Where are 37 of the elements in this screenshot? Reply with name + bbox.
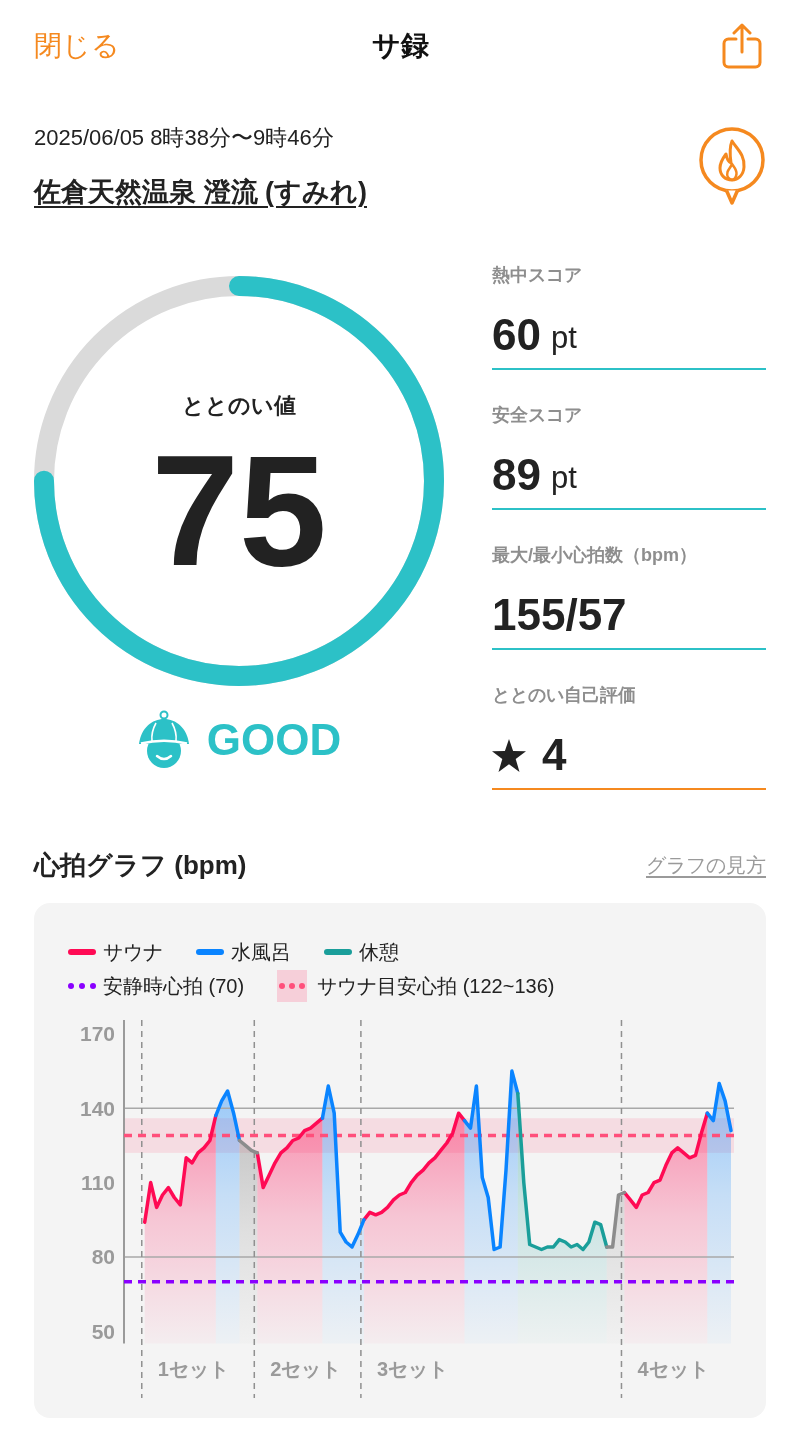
gauge-value: 75 xyxy=(151,445,327,575)
stat-label: 最大/最小心拍数（bpm） xyxy=(492,544,698,567)
chart-title: 心拍グラフ (bpm) xyxy=(34,849,247,882)
legend-label: サウナ xyxy=(103,940,163,965)
axis-label: 50 xyxy=(91,1319,115,1343)
flame-icon[interactable] xyxy=(698,127,766,205)
gauge-label: ととのい値 xyxy=(182,392,296,420)
legend-label: 安静時心拍 (70) xyxy=(103,974,245,999)
stat-value: 155/57 xyxy=(492,590,627,640)
stat-value: 4 xyxy=(542,730,567,780)
legend-label: サウナ目安心拍 (122~136) xyxy=(317,974,555,999)
grade-label: GOOD xyxy=(206,714,342,766)
axis-label: 140 xyxy=(79,1096,115,1120)
stat-value: 89 xyxy=(492,450,541,500)
stat-unit: pt xyxy=(550,459,577,497)
page-title: サ録 xyxy=(371,29,429,63)
stat-unit: pt xyxy=(550,319,577,357)
axis-label: 110 xyxy=(81,1171,115,1195)
set-label: 4セット xyxy=(637,1358,709,1380)
hat-face-icon xyxy=(136,710,191,770)
axis-label: 170 xyxy=(79,1022,115,1046)
session-datetime: 2025/06/05 8時38分〜9時46分 xyxy=(34,124,334,152)
help-link[interactable]: グラフの見方 xyxy=(646,851,766,879)
legend-label: 休憩 xyxy=(359,940,399,965)
legend-label: 水風呂 xyxy=(231,940,291,965)
set-label: 3セット xyxy=(376,1358,448,1380)
facility-link[interactable]: 佐倉天然温泉 澄流 (すみれ) xyxy=(34,174,367,210)
set-label: 2セット xyxy=(270,1358,342,1380)
stat-value: 60 xyxy=(492,310,541,360)
axis-label: 80 xyxy=(91,1245,115,1269)
stat-label: 安全スコア xyxy=(492,404,583,427)
stat-label: ととのい自己評価 xyxy=(492,684,637,707)
share-icon[interactable] xyxy=(722,23,762,69)
close-button[interactable]: 閉じる xyxy=(34,28,120,64)
star-icon xyxy=(492,738,526,772)
stat-label: 熱中スコア xyxy=(492,264,583,287)
set-label: 1セット xyxy=(157,1358,229,1380)
